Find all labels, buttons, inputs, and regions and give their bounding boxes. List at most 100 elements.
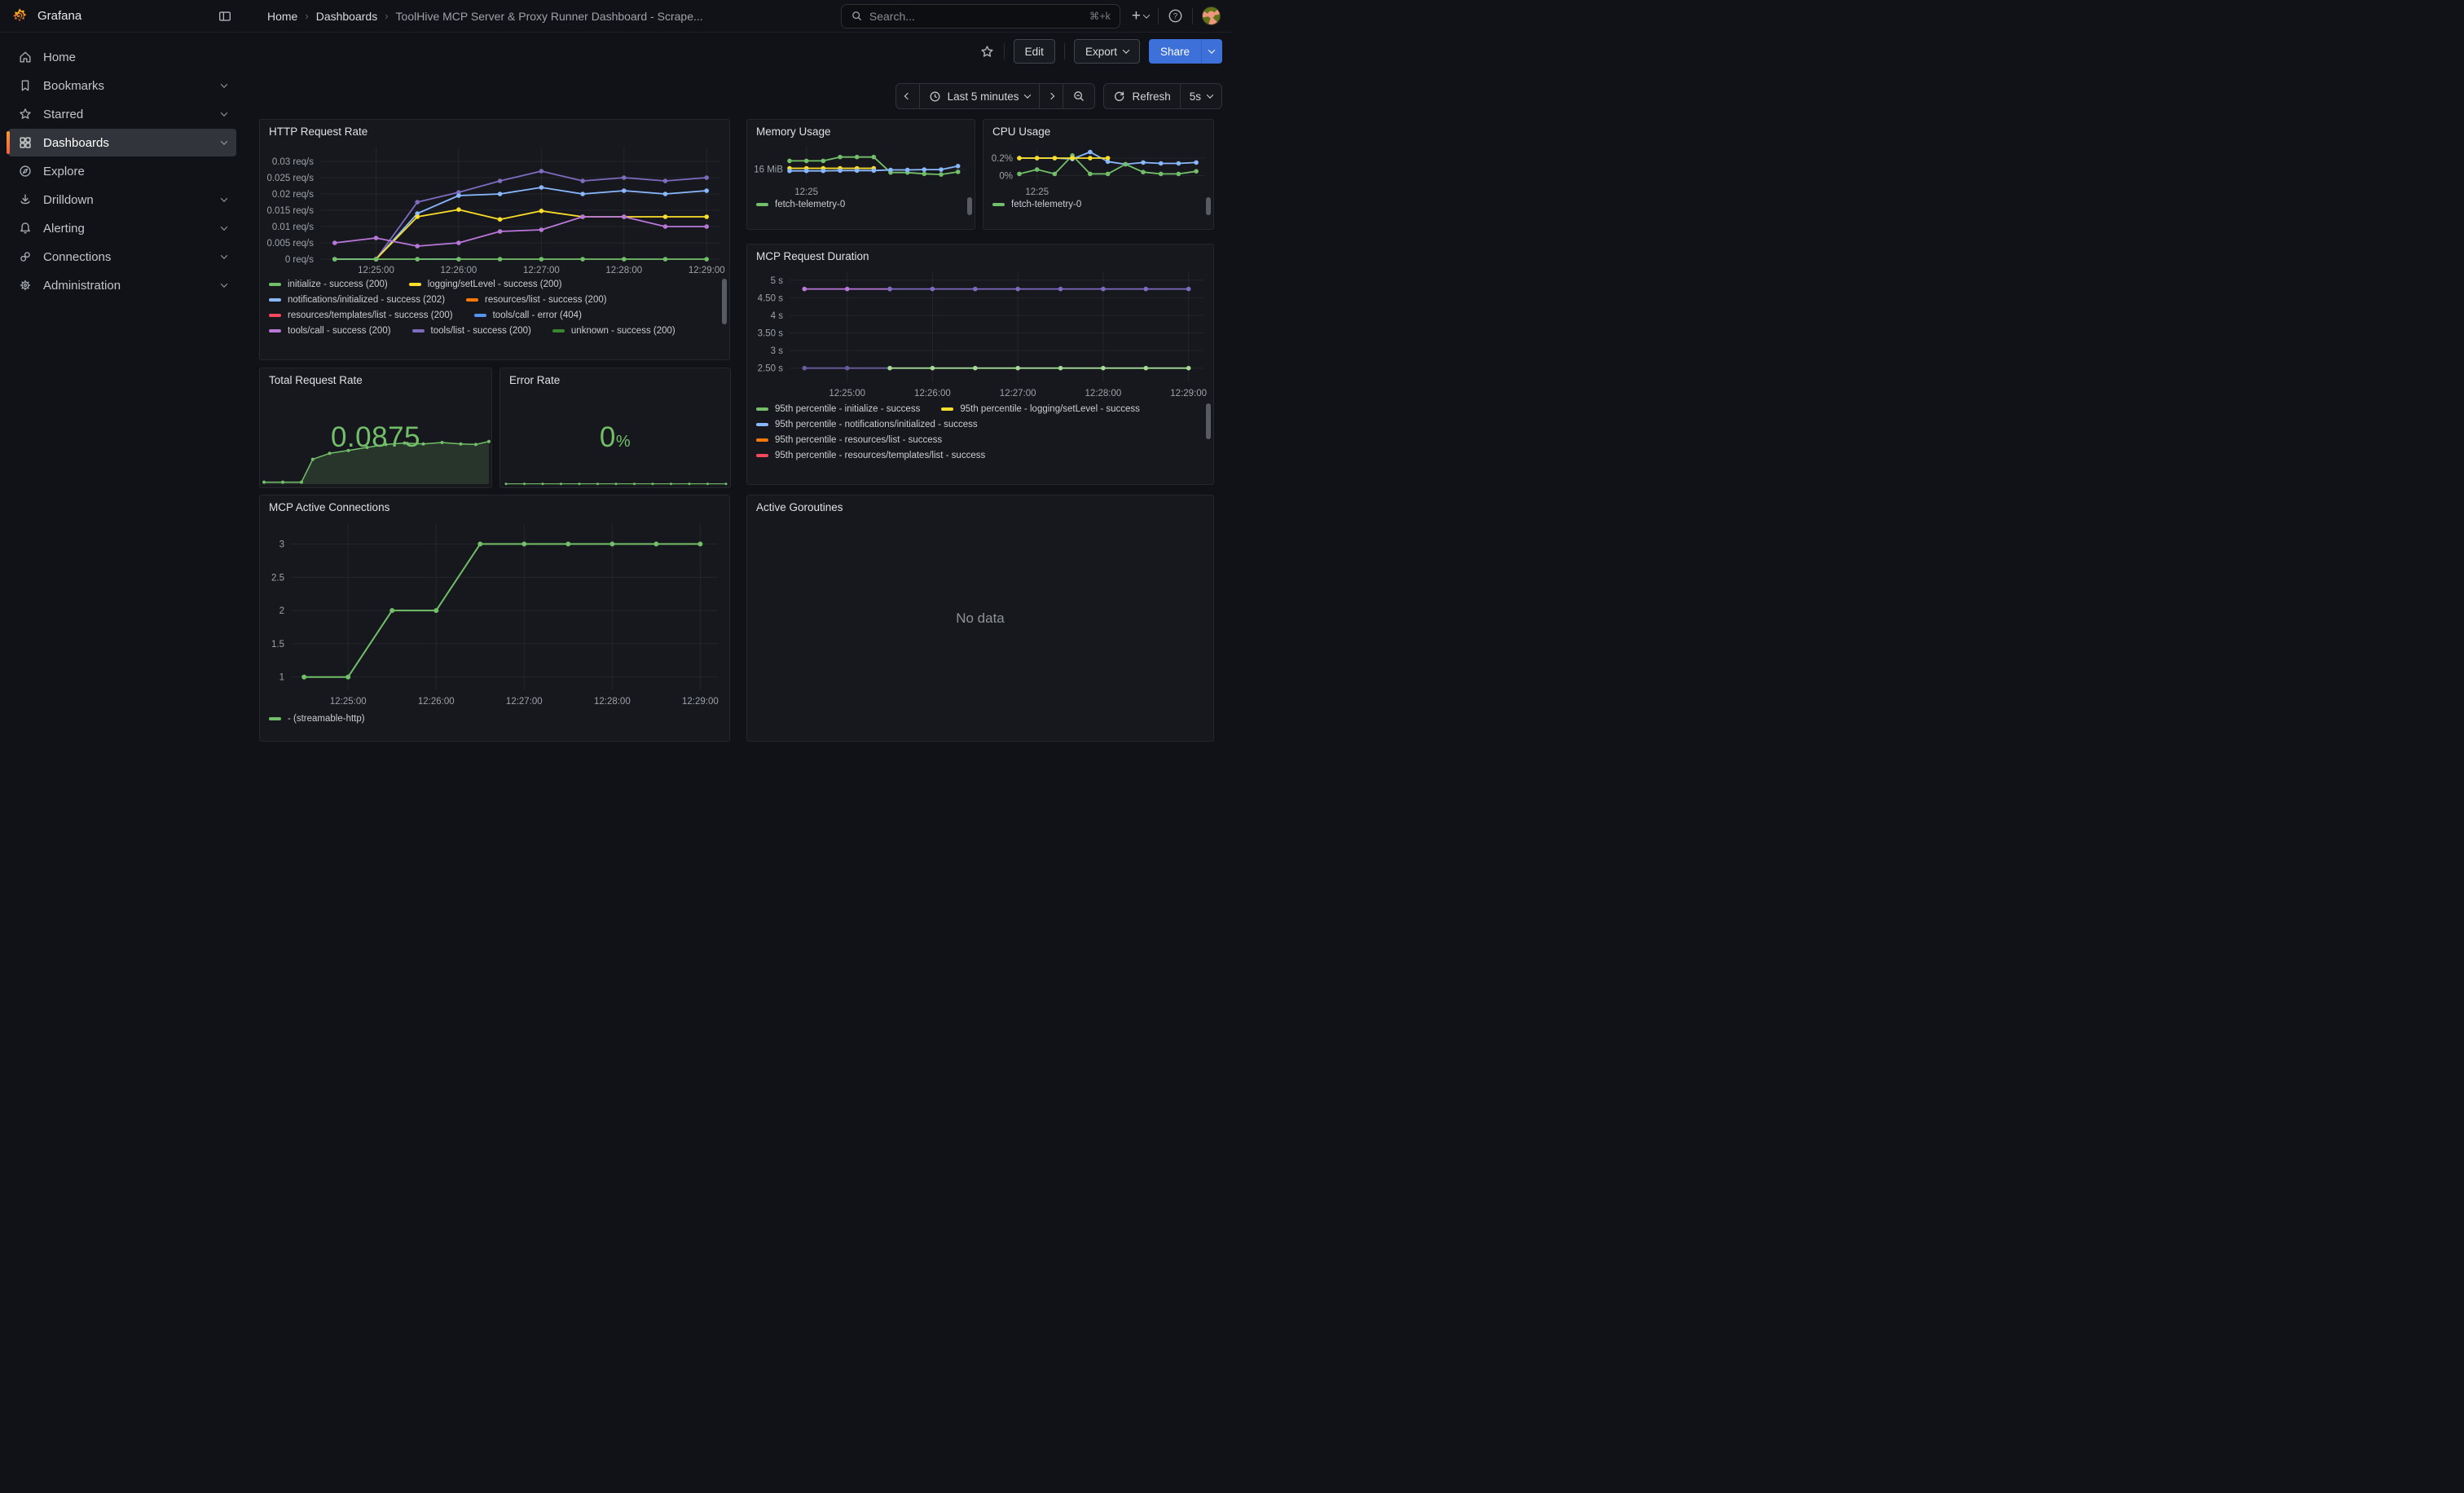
clock-icon (929, 90, 941, 103)
chevron-down-icon[interactable] (221, 252, 227, 258)
legend-series-swatch (466, 298, 478, 302)
sidebar-item-label: Explore (43, 165, 85, 178)
legend-scrollbar[interactable] (722, 279, 727, 324)
panel-title[interactable]: CPU Usage (983, 120, 1213, 140)
legend-scrollbar[interactable] (1206, 197, 1211, 215)
legend-entry[interactable]: tools/list - success (200) (412, 326, 531, 336)
panel-title[interactable]: MCP Request Duration (747, 244, 1213, 265)
sidebar-item-administration[interactable]: Administration (8, 271, 236, 299)
legend-entry[interactable]: resources/templates/list - success (200) (269, 310, 453, 320)
time-shift-forward-button[interactable] (1039, 84, 1063, 108)
share-button[interactable]: Share (1149, 39, 1201, 64)
legend-entry[interactable]: logging/setLevel - success (200) (409, 280, 562, 289)
breadcrumb-home[interactable]: Home (267, 10, 297, 23)
svg-text:5 s: 5 s (771, 276, 784, 286)
new-dropdown-button[interactable]: + (1132, 8, 1149, 24)
chart-legend: fetch-telemetry-0 (747, 197, 975, 222)
memory-usage-chart[interactable]: 16 MiB12:25 (747, 140, 975, 197)
svg-text:12:29:00: 12:29:00 (1170, 389, 1207, 399)
svg-text:12:27:00: 12:27:00 (506, 697, 543, 707)
cpu-usage-chart[interactable]: 0.2%0%12:25 (983, 140, 1213, 197)
legend-series-label: - (streamable-http) (288, 714, 365, 724)
help-icon[interactable]: ? (1168, 8, 1183, 24)
refresh-button[interactable]: Refresh (1104, 84, 1179, 108)
refresh-icon (1113, 90, 1125, 103)
grafana-logo-icon[interactable] (11, 7, 29, 25)
time-range-picker[interactable]: Last 5 minutes (919, 84, 1040, 108)
chevron-down-icon (1123, 46, 1129, 53)
sidebar-item-dashboards[interactable]: Dashboards (8, 129, 236, 156)
chevron-down-icon[interactable] (221, 195, 227, 201)
panel-title[interactable]: Total Request Rate (260, 368, 491, 389)
connections-icon (18, 249, 33, 264)
share-menu-button[interactable] (1201, 39, 1222, 64)
edit-button[interactable]: Edit (1014, 39, 1055, 64)
legend-entry[interactable]: fetch-telemetry-0 (992, 200, 1081, 209)
legend-entry[interactable]: tools/call - success (200) (269, 326, 391, 336)
svg-text:12:28:00: 12:28:00 (594, 697, 631, 707)
chevron-down-icon[interactable] (221, 280, 227, 287)
legend-entry[interactable]: tools/call - error (404) (474, 310, 582, 320)
favorite-star-icon[interactable] (979, 44, 995, 59)
legend-series-swatch (756, 423, 768, 426)
legend-entry[interactable]: unknown - success (200) (552, 326, 675, 336)
error-rate-sparkline[interactable] (501, 469, 731, 487)
legend-series-swatch (412, 329, 425, 333)
panel-title[interactable]: Error Rate (500, 368, 730, 389)
panel-title[interactable]: Active Goroutines (747, 495, 1213, 516)
legend-entry[interactable]: 95th percentile - resources/list - succe… (756, 435, 942, 445)
user-avatar[interactable] (1202, 7, 1221, 25)
export-button[interactable]: Export (1074, 39, 1140, 64)
legend-scrollbar[interactable] (967, 197, 972, 215)
sidebar-item-starred[interactable]: Starred (8, 100, 236, 128)
panel-title[interactable]: Memory Usage (747, 120, 975, 140)
top-nav-bar: Grafana Home › Dashboards › ToolHive MCP… (0, 0, 1232, 33)
search-input[interactable]: Search... ⌘+k (841, 4, 1120, 29)
breadcrumb-dashboards[interactable]: Dashboards (316, 10, 378, 23)
chevron-down-icon (1024, 91, 1031, 98)
star-icon (18, 107, 33, 121)
chevron-down-icon[interactable] (221, 109, 227, 116)
legend-entry[interactable]: resources/list - success (200) (466, 295, 607, 305)
panel-active-goroutines: Active Goroutines No data (746, 495, 1214, 742)
sidebar-item-home[interactable]: Home (8, 43, 236, 71)
legend-entry[interactable]: - (streamable-http) (269, 714, 365, 724)
legend-entry[interactable]: 95th percentile - resources/templates/li… (756, 451, 985, 460)
legend-series-label: fetch-telemetry-0 (775, 200, 845, 209)
svg-text:16 MiB: 16 MiB (754, 165, 783, 175)
legend-series-swatch (756, 203, 768, 206)
legend-entry[interactable]: 95th percentile - initialize - success (756, 404, 920, 414)
chevron-down-icon[interactable] (221, 81, 227, 87)
compass-icon (18, 164, 33, 178)
legend-entry[interactable]: notifications/initialized - success (202… (269, 295, 445, 305)
mcp-active-connections-chart[interactable]: 32.521.5112:25:0012:26:0012:27:0012:28:0… (260, 516, 729, 711)
sidebar-item-explore[interactable]: Explore (8, 157, 236, 185)
chevron-down-icon[interactable] (221, 223, 227, 230)
legend-series-swatch (269, 717, 281, 720)
refresh-interval-picker[interactable]: 5s (1180, 84, 1221, 108)
time-range-label: Last 5 minutes (948, 90, 1019, 103)
chevron-down-icon (1143, 11, 1150, 18)
legend-series-swatch (269, 283, 281, 286)
legend-entry[interactable]: 95th percentile - logging/setLevel - suc… (941, 404, 1140, 414)
zoom-out-button[interactable] (1063, 84, 1094, 108)
mcp-request-duration-chart[interactable]: 5 s4.50 s4 s3.50 s3 s2.50 s12:25:0012:26… (747, 265, 1213, 402)
time-shift-back-button[interactable] (896, 84, 919, 108)
sidebar-item-drilldown[interactable]: Drilldown (8, 186, 236, 214)
panel-title[interactable]: MCP Active Connections (260, 495, 729, 516)
legend-series-label: fetch-telemetry-0 (1011, 200, 1081, 209)
chevron-down-icon[interactable] (221, 138, 227, 144)
sidebar-item-alerting[interactable]: Alerting (8, 214, 236, 242)
legend-entry[interactable]: fetch-telemetry-0 (756, 200, 845, 209)
sidebar-item-connections[interactable]: Connections (8, 243, 236, 271)
svg-text:12:28:00: 12:28:00 (605, 266, 642, 275)
legend-entry[interactable]: 95th percentile - notifications/initiali… (756, 420, 978, 429)
http-request-rate-chart[interactable]: 0.03 req/s0.025 req/s0.02 req/s0.015 req… (260, 140, 729, 277)
legend-scrollbar[interactable] (1206, 403, 1211, 439)
breadcrumb-separator: › (305, 10, 308, 22)
legend-entry[interactable]: initialize - success (200) (269, 280, 388, 289)
panel-title[interactable]: HTTP Request Rate (260, 120, 729, 140)
sidebar-item-bookmarks[interactable]: Bookmarks (8, 72, 236, 99)
stat-value: 0% (500, 421, 730, 454)
sidebar-collapse-icon[interactable] (218, 9, 232, 24)
